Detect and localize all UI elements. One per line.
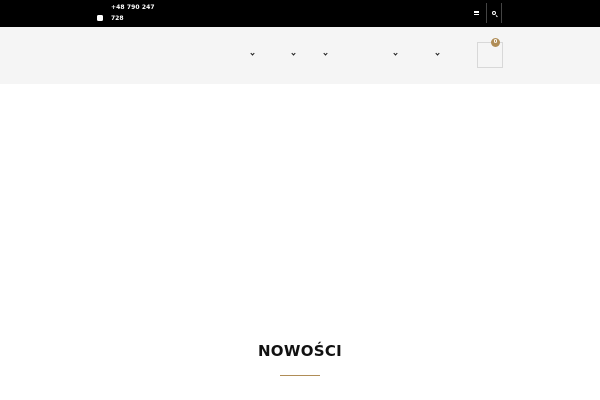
cart-count-badge: 0 xyxy=(491,38,500,47)
chevron-down-icon xyxy=(290,50,296,56)
chevron-down-icon xyxy=(322,50,328,56)
nav-dropdown-5[interactable] xyxy=(433,49,441,59)
phone-icon xyxy=(97,15,103,21)
menu-toggle-button[interactable] xyxy=(468,4,484,21)
hamburger-icon xyxy=(473,10,479,15)
cart-button[interactable] xyxy=(477,42,503,68)
chevron-down-icon xyxy=(392,50,398,56)
header: 0 xyxy=(0,27,600,84)
top-bar: +48 790 247 728 xyxy=(0,0,600,27)
nav-dropdown-2[interactable] xyxy=(289,49,297,59)
nav-dropdown-3[interactable] xyxy=(321,49,329,59)
nav-dropdown-4[interactable] xyxy=(391,49,399,59)
search-button[interactable] xyxy=(486,3,502,23)
nav-dropdown-1[interactable] xyxy=(248,49,256,59)
chevron-down-icon xyxy=(434,50,440,56)
phone-number-line-1[interactable]: +48 790 247 xyxy=(111,4,155,11)
section-title: NOWOŚCI xyxy=(257,342,343,360)
title-underline xyxy=(280,375,320,376)
phone-number-line-2[interactable]: 728 xyxy=(111,15,124,22)
chevron-down-icon xyxy=(249,50,255,56)
search-icon xyxy=(491,10,496,15)
